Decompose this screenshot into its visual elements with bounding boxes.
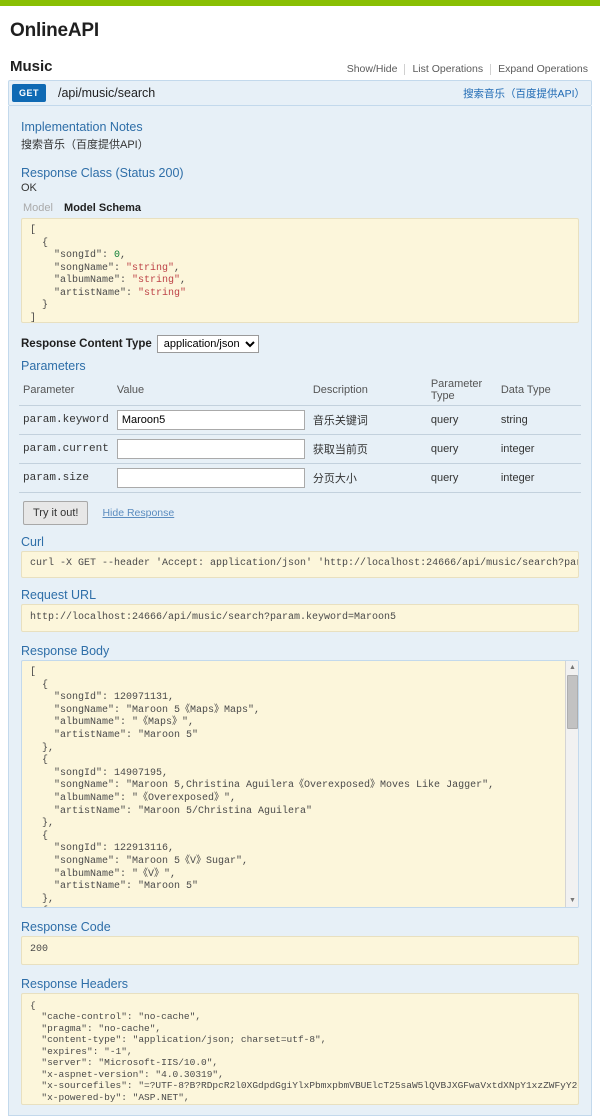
parameters-title: Parameters bbox=[21, 359, 581, 373]
table-row: param.current 获取当前页 query integer bbox=[19, 435, 581, 464]
response-class-status: OK bbox=[21, 182, 581, 194]
col-data-type: Data Type bbox=[497, 375, 581, 406]
page-title: OnlineAPI bbox=[10, 20, 592, 42]
link-expand-operations[interactable]: Expand Operations bbox=[491, 64, 590, 75]
operation-header-left: GET /api/music/search bbox=[12, 84, 155, 102]
operation-header-row[interactable]: GET /api/music/search 搜索音乐（百度提供API） bbox=[8, 80, 592, 106]
response-headers-title: Response Headers bbox=[21, 977, 581, 991]
param-description-current: 获取当前页 bbox=[309, 435, 427, 464]
scroll-down-arrow[interactable]: ▼ bbox=[566, 894, 579, 907]
curl-command: curl -X GET --header 'Accept: applicatio… bbox=[21, 551, 579, 578]
tab-model-schema[interactable]: Model Schema bbox=[64, 202, 141, 214]
operation-summary: 搜索音乐（百度提供API） bbox=[463, 86, 585, 101]
param-value-cell-size bbox=[113, 464, 309, 493]
param-datatype-current: integer bbox=[497, 435, 581, 464]
scroll-up-arrow[interactable]: ▲ bbox=[566, 661, 579, 674]
request-url-title: Request URL bbox=[21, 588, 581, 602]
response-class-title: Response Class (Status 200) bbox=[21, 166, 581, 180]
parameters-table: Parameter Value Description Parameter Ty… bbox=[19, 375, 581, 493]
response-code-title: Response Code bbox=[21, 920, 581, 934]
operation-path[interactable]: /api/music/search bbox=[58, 86, 155, 100]
scrollbar-thumb[interactable] bbox=[567, 675, 578, 729]
page-container: OnlineAPI Music Show/Hide List Operation… bbox=[0, 20, 600, 1116]
response-content-type-row: Response Content Type application/json bbox=[21, 335, 581, 353]
link-list-operations[interactable]: List Operations bbox=[405, 64, 491, 75]
param-description-size: 分页大小 bbox=[309, 464, 427, 493]
parameters-header-row: Parameter Value Description Parameter Ty… bbox=[19, 375, 581, 406]
resource-name: Music bbox=[10, 58, 53, 75]
param-type-current: query bbox=[427, 435, 497, 464]
model-schema-code: [ { "songId": 0, "songName": "string", "… bbox=[21, 218, 579, 323]
param-description-keyword: 音乐关键词 bbox=[309, 406, 427, 435]
link-show-hide[interactable]: Show/Hide bbox=[340, 64, 406, 75]
resource-links: Show/Hide List Operations Expand Operati… bbox=[340, 64, 590, 75]
curl-title: Curl bbox=[21, 535, 581, 549]
http-method-badge: GET bbox=[12, 84, 46, 102]
response-content-type-select[interactable]: application/json bbox=[157, 335, 259, 353]
operation-body: Implementation Notes 搜索音乐（百度提供API） Respo… bbox=[8, 106, 592, 1116]
col-parameter: Parameter bbox=[19, 375, 113, 406]
response-content-type-label: Response Content Type bbox=[21, 338, 152, 350]
param-name-keyword: param.keyword bbox=[19, 406, 113, 435]
col-description: Description bbox=[309, 375, 427, 406]
param-input-current[interactable] bbox=[117, 439, 305, 459]
response-body-title: Response Body bbox=[21, 644, 581, 658]
try-it-out-button[interactable]: Try it out! bbox=[23, 501, 88, 525]
response-body-scrollbar[interactable]: ▲ ▼ bbox=[565, 661, 578, 907]
param-datatype-keyword: string bbox=[497, 406, 581, 435]
table-row: param.keyword 音乐关键词 query string bbox=[19, 406, 581, 435]
param-value-cell-current bbox=[113, 435, 309, 464]
col-parameter-type: Parameter Type bbox=[427, 375, 497, 406]
param-type-keyword: query bbox=[427, 406, 497, 435]
param-type-size: query bbox=[427, 464, 497, 493]
param-input-size[interactable] bbox=[117, 468, 305, 488]
implementation-notes-title: Implementation Notes bbox=[21, 120, 581, 134]
response-body-content: [ { "songId": 120971131, "songName": "Ma… bbox=[22, 661, 578, 907]
param-input-keyword[interactable] bbox=[117, 410, 305, 430]
param-value-cell-keyword bbox=[113, 406, 309, 435]
model-tabs: Model Model Schema bbox=[23, 202, 581, 214]
request-url-value: http://localhost:24666/api/music/search?… bbox=[21, 604, 579, 633]
param-name-size: param.size bbox=[19, 464, 113, 493]
table-row: param.size 分页大小 query integer bbox=[19, 464, 581, 493]
response-body-container: [ { "songId": 120971131, "songName": "Ma… bbox=[21, 660, 579, 908]
resource-header: Music Show/Hide List Operations Expand O… bbox=[8, 58, 592, 80]
tab-model[interactable]: Model bbox=[23, 202, 53, 214]
submit-row: Try it out! Hide Response bbox=[19, 493, 581, 529]
param-datatype-size: integer bbox=[497, 464, 581, 493]
hide-response-link[interactable]: Hide Response bbox=[102, 507, 174, 519]
response-headers-content: { "cache-control": "no-cache", "pragma":… bbox=[21, 993, 579, 1105]
col-value: Value bbox=[113, 375, 309, 406]
param-name-current: param.current bbox=[19, 435, 113, 464]
response-code-value: 200 bbox=[21, 936, 579, 965]
implementation-notes-text: 搜索音乐（百度提供API） bbox=[21, 136, 581, 152]
swagger-top-bar bbox=[0, 0, 600, 6]
